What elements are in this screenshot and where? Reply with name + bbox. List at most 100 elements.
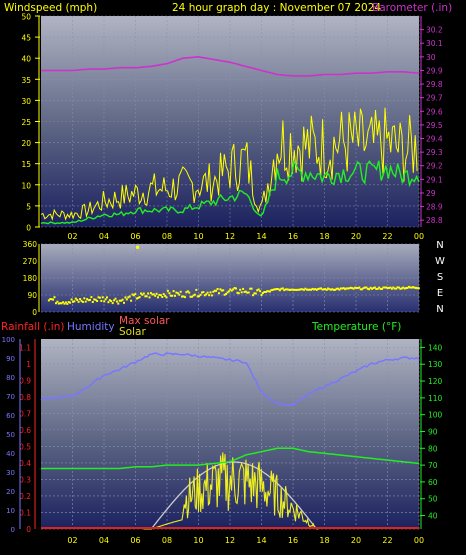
direction-point [155, 292, 158, 295]
direction-point [100, 299, 103, 302]
x-tick-label: 12 [225, 536, 235, 545]
humidity-tick-label: 30 [6, 469, 15, 477]
direction-point [52, 298, 55, 301]
date-title: 24 hour graph day : November 07 2024 [172, 2, 381, 14]
rain-tick-label: 0.3 [19, 475, 31, 484]
direction-point [165, 296, 168, 299]
rain-tick-label: 0.1 [19, 508, 31, 517]
compass-label: W [435, 256, 445, 267]
x-tick-label: 08 [162, 232, 172, 241]
temp-tick-label: 100 [428, 411, 443, 420]
direction-point [210, 294, 213, 297]
direction-point [148, 296, 151, 299]
direction-point [161, 296, 164, 298]
dir-tick-label: 0 [32, 308, 37, 317]
compass-label: N [436, 240, 443, 251]
temp-title: Temperature (°F) [311, 321, 401, 333]
rain-title: Rainfall (.in) [1, 321, 64, 333]
x-tick-label: 12 [225, 232, 235, 241]
x-tick-label: 04 [99, 536, 109, 545]
baro-title: Barometer (.in) [372, 2, 452, 14]
compass-label: S [437, 272, 443, 283]
rain-tick-label: 0.6 [19, 426, 31, 435]
temp-tick-label: 70 [428, 461, 438, 470]
temp-tick-label: 130 [428, 360, 443, 369]
direction-point [90, 296, 93, 299]
x-tick-label: 06 [130, 536, 140, 545]
temp-tick-label: 90 [428, 427, 438, 436]
baro-tick-label: 29.4 [426, 135, 443, 144]
humidity-tick-label: 20 [6, 488, 15, 496]
rain-tick-label: 0.8 [19, 393, 31, 402]
direction-point [222, 289, 225, 292]
direction-point [106, 296, 108, 299]
direction-point [70, 298, 73, 301]
rain-tick-label: 0 [26, 525, 31, 534]
direction-point [117, 302, 120, 305]
direction-point [235, 287, 237, 290]
humidity-title: Humidity [67, 321, 115, 333]
direction-point [145, 295, 148, 298]
direction-point [121, 298, 124, 301]
humidity-tick-label: 0 [11, 526, 15, 534]
temp-tick-label: 110 [428, 394, 443, 403]
rain-tick-label: 1.1 [19, 343, 31, 352]
humidity-tick-label: 60 [6, 412, 15, 420]
direction-point [237, 292, 240, 295]
direction-point [250, 287, 253, 290]
humidity-tick-label: 10 [6, 507, 15, 515]
direction-point [209, 291, 212, 294]
wind-tick-label: 25 [21, 118, 31, 127]
wind-tick-label: 10 [21, 181, 31, 190]
temp-tick-label: 40 [428, 512, 438, 521]
rain-tick-label: 0.4 [19, 459, 31, 468]
direction-point [172, 290, 175, 293]
x-tick-label: 18 [319, 536, 329, 545]
x-tick-label: 00 [414, 536, 424, 545]
direction-point [254, 292, 257, 295]
baro-tick-label: 28.8 [426, 216, 443, 225]
direction-point [216, 288, 219, 290]
direction-point [123, 301, 125, 304]
direction-point [110, 300, 113, 303]
wind-tick-label: 35 [21, 76, 31, 85]
dir-tick-label: 270 [23, 257, 38, 266]
wind-tick-label: 15 [21, 160, 31, 169]
x-tick-label: 04 [99, 232, 109, 241]
baro-tick-label: 29.2 [426, 162, 443, 171]
direction-point [115, 300, 118, 303]
baro-tick-label: 29.1 [426, 175, 443, 184]
direction-point [107, 301, 110, 304]
compass-label: N [436, 304, 443, 315]
direction-point [179, 290, 182, 293]
direction-point [128, 295, 131, 298]
humidity-tick-label: 90 [6, 355, 15, 363]
humidity-tick-label: 40 [6, 450, 15, 458]
temp-tick-label: 140 [428, 343, 443, 352]
x-tick-label: 22 [382, 232, 392, 241]
direction-point [239, 288, 242, 291]
direction-point [130, 299, 133, 302]
direction-point [84, 300, 87, 303]
x-tick-label: 16 [288, 232, 298, 241]
direction-point [166, 289, 169, 292]
direction-point [96, 300, 99, 302]
direction-point [193, 293, 196, 296]
dir-tick-label: 180 [23, 274, 38, 283]
direction-point [83, 297, 86, 300]
humidity-tick-label: 50 [6, 431, 15, 439]
x-tick-label: 06 [130, 232, 140, 241]
direction-point [227, 290, 230, 293]
rain-tick-label: 0.7 [19, 409, 31, 418]
x-tick-label: 10 [193, 536, 203, 545]
baro-tick-label: 29 [426, 189, 436, 198]
direction-point [66, 302, 69, 305]
direction-point [242, 287, 245, 290]
direction-point [76, 298, 79, 301]
wind-tick-label: 20 [21, 139, 31, 148]
direction-point [247, 291, 250, 294]
direction-point [168, 292, 171, 295]
direction-point [125, 298, 128, 301]
direction-point [89, 298, 91, 301]
direction-point [56, 300, 59, 303]
